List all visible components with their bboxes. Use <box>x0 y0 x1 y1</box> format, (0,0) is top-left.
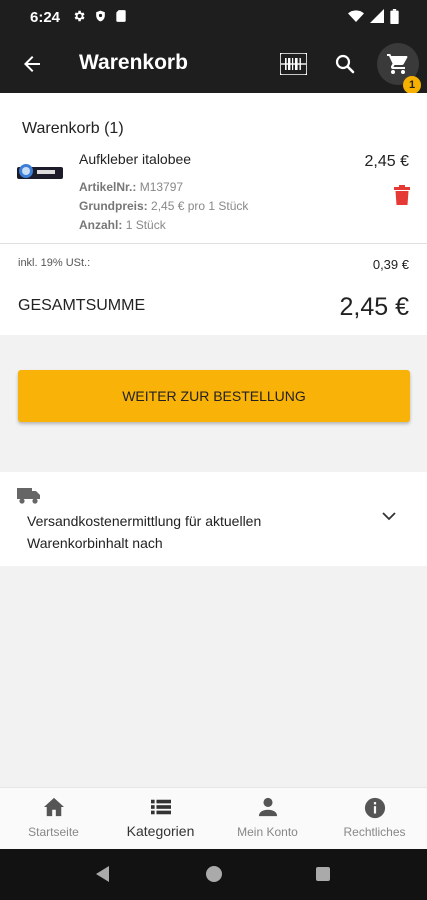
home-icon <box>44 797 64 817</box>
sim-card-icon <box>116 10 126 22</box>
continue-to-order-button[interactable]: WEITER ZUR BESTELLUNG <box>18 370 410 422</box>
article-number-label: ArtikelNr.: <box>79 180 137 194</box>
nav-label: Startseite <box>28 825 79 839</box>
shipping-cost-panel[interactable]: Versandkostenermittlung für aktuellen Wa… <box>0 472 427 566</box>
product-name[interactable]: Aufkleber italobee <box>79 151 191 167</box>
base-price-row: Grundpreis: 2,45 € pro 1 Stück <box>79 199 248 213</box>
vat-value: 0,39 € <box>372 257 409 272</box>
nav-item-kategorien[interactable]: Kategorien <box>107 788 214 850</box>
page-title: Warenkorb <box>79 51 188 74</box>
info-icon <box>364 797 386 819</box>
cart-summary-card: Warenkorb (1) Aufkleber italobee 2,45 € … <box>0 93 427 335</box>
system-recents-icon[interactable] <box>316 867 330 881</box>
quantity-label: Anzahl: <box>79 218 123 232</box>
base-price-label: Grundpreis: <box>79 199 148 213</box>
status-time: 6:24 <box>30 9 61 26</box>
base-price-value: 2,45 € pro 1 Stück <box>151 199 249 213</box>
system-navigation-bar <box>0 849 427 900</box>
article-number-value: M13797 <box>139 180 184 194</box>
total-value: 2,45 € <box>339 293 409 321</box>
quantity-value: 1 Stück <box>125 218 166 232</box>
nav-label: Mein Konto <box>237 825 298 839</box>
cart-heading: Warenkorb (1) <box>22 120 124 137</box>
shipping-cost-text: Versandkostenermittlung für aktuellen Wa… <box>27 513 262 551</box>
signal-icon <box>370 9 384 23</box>
gear-icon <box>74 10 85 22</box>
truck-icon <box>17 488 40 504</box>
back-arrow-icon[interactable] <box>20 52 44 76</box>
app-bar: Warenkorb 1 <box>0 36 427 94</box>
cart-icon <box>387 54 408 74</box>
system-home-icon[interactable] <box>206 866 222 882</box>
product-price: 2,45 € <box>364 153 409 170</box>
divider <box>0 243 427 244</box>
nav-label: Kategorien <box>126 823 195 839</box>
delete-icon[interactable] <box>394 185 410 205</box>
nav-item-startseite[interactable]: Startseite <box>0 788 107 850</box>
bottom-navigation: Startseite Kategorien Mein Konto Rechtli… <box>0 787 427 850</box>
barcode-scanner-icon[interactable] <box>280 53 307 75</box>
quantity-row: Anzahl: 1 Stück <box>79 218 166 232</box>
system-back-icon[interactable] <box>96 866 109 882</box>
person-icon <box>258 797 278 817</box>
cart-count-badge: 1 <box>403 76 421 94</box>
nav-label: Rechtliches <box>343 825 406 839</box>
product-thumbnail[interactable] <box>17 159 63 187</box>
chevron-down-icon[interactable] <box>381 510 397 522</box>
vat-label: inkl. 19% USt.: <box>18 257 91 269</box>
nav-item-mein-konto[interactable]: Mein Konto <box>214 788 321 850</box>
wifi-icon <box>348 10 364 22</box>
battery-icon <box>390 9 399 24</box>
status-bar: 6:24 <box>0 0 427 36</box>
shield-icon <box>96 10 105 22</box>
article-number-row: ArtikelNr.: M13797 <box>79 180 183 194</box>
list-icon <box>151 799 171 815</box>
search-icon[interactable] <box>333 52 357 76</box>
nav-item-rechtliches[interactable]: Rechtliches <box>321 788 427 850</box>
total-label: GESAMTSUMME <box>18 297 146 314</box>
